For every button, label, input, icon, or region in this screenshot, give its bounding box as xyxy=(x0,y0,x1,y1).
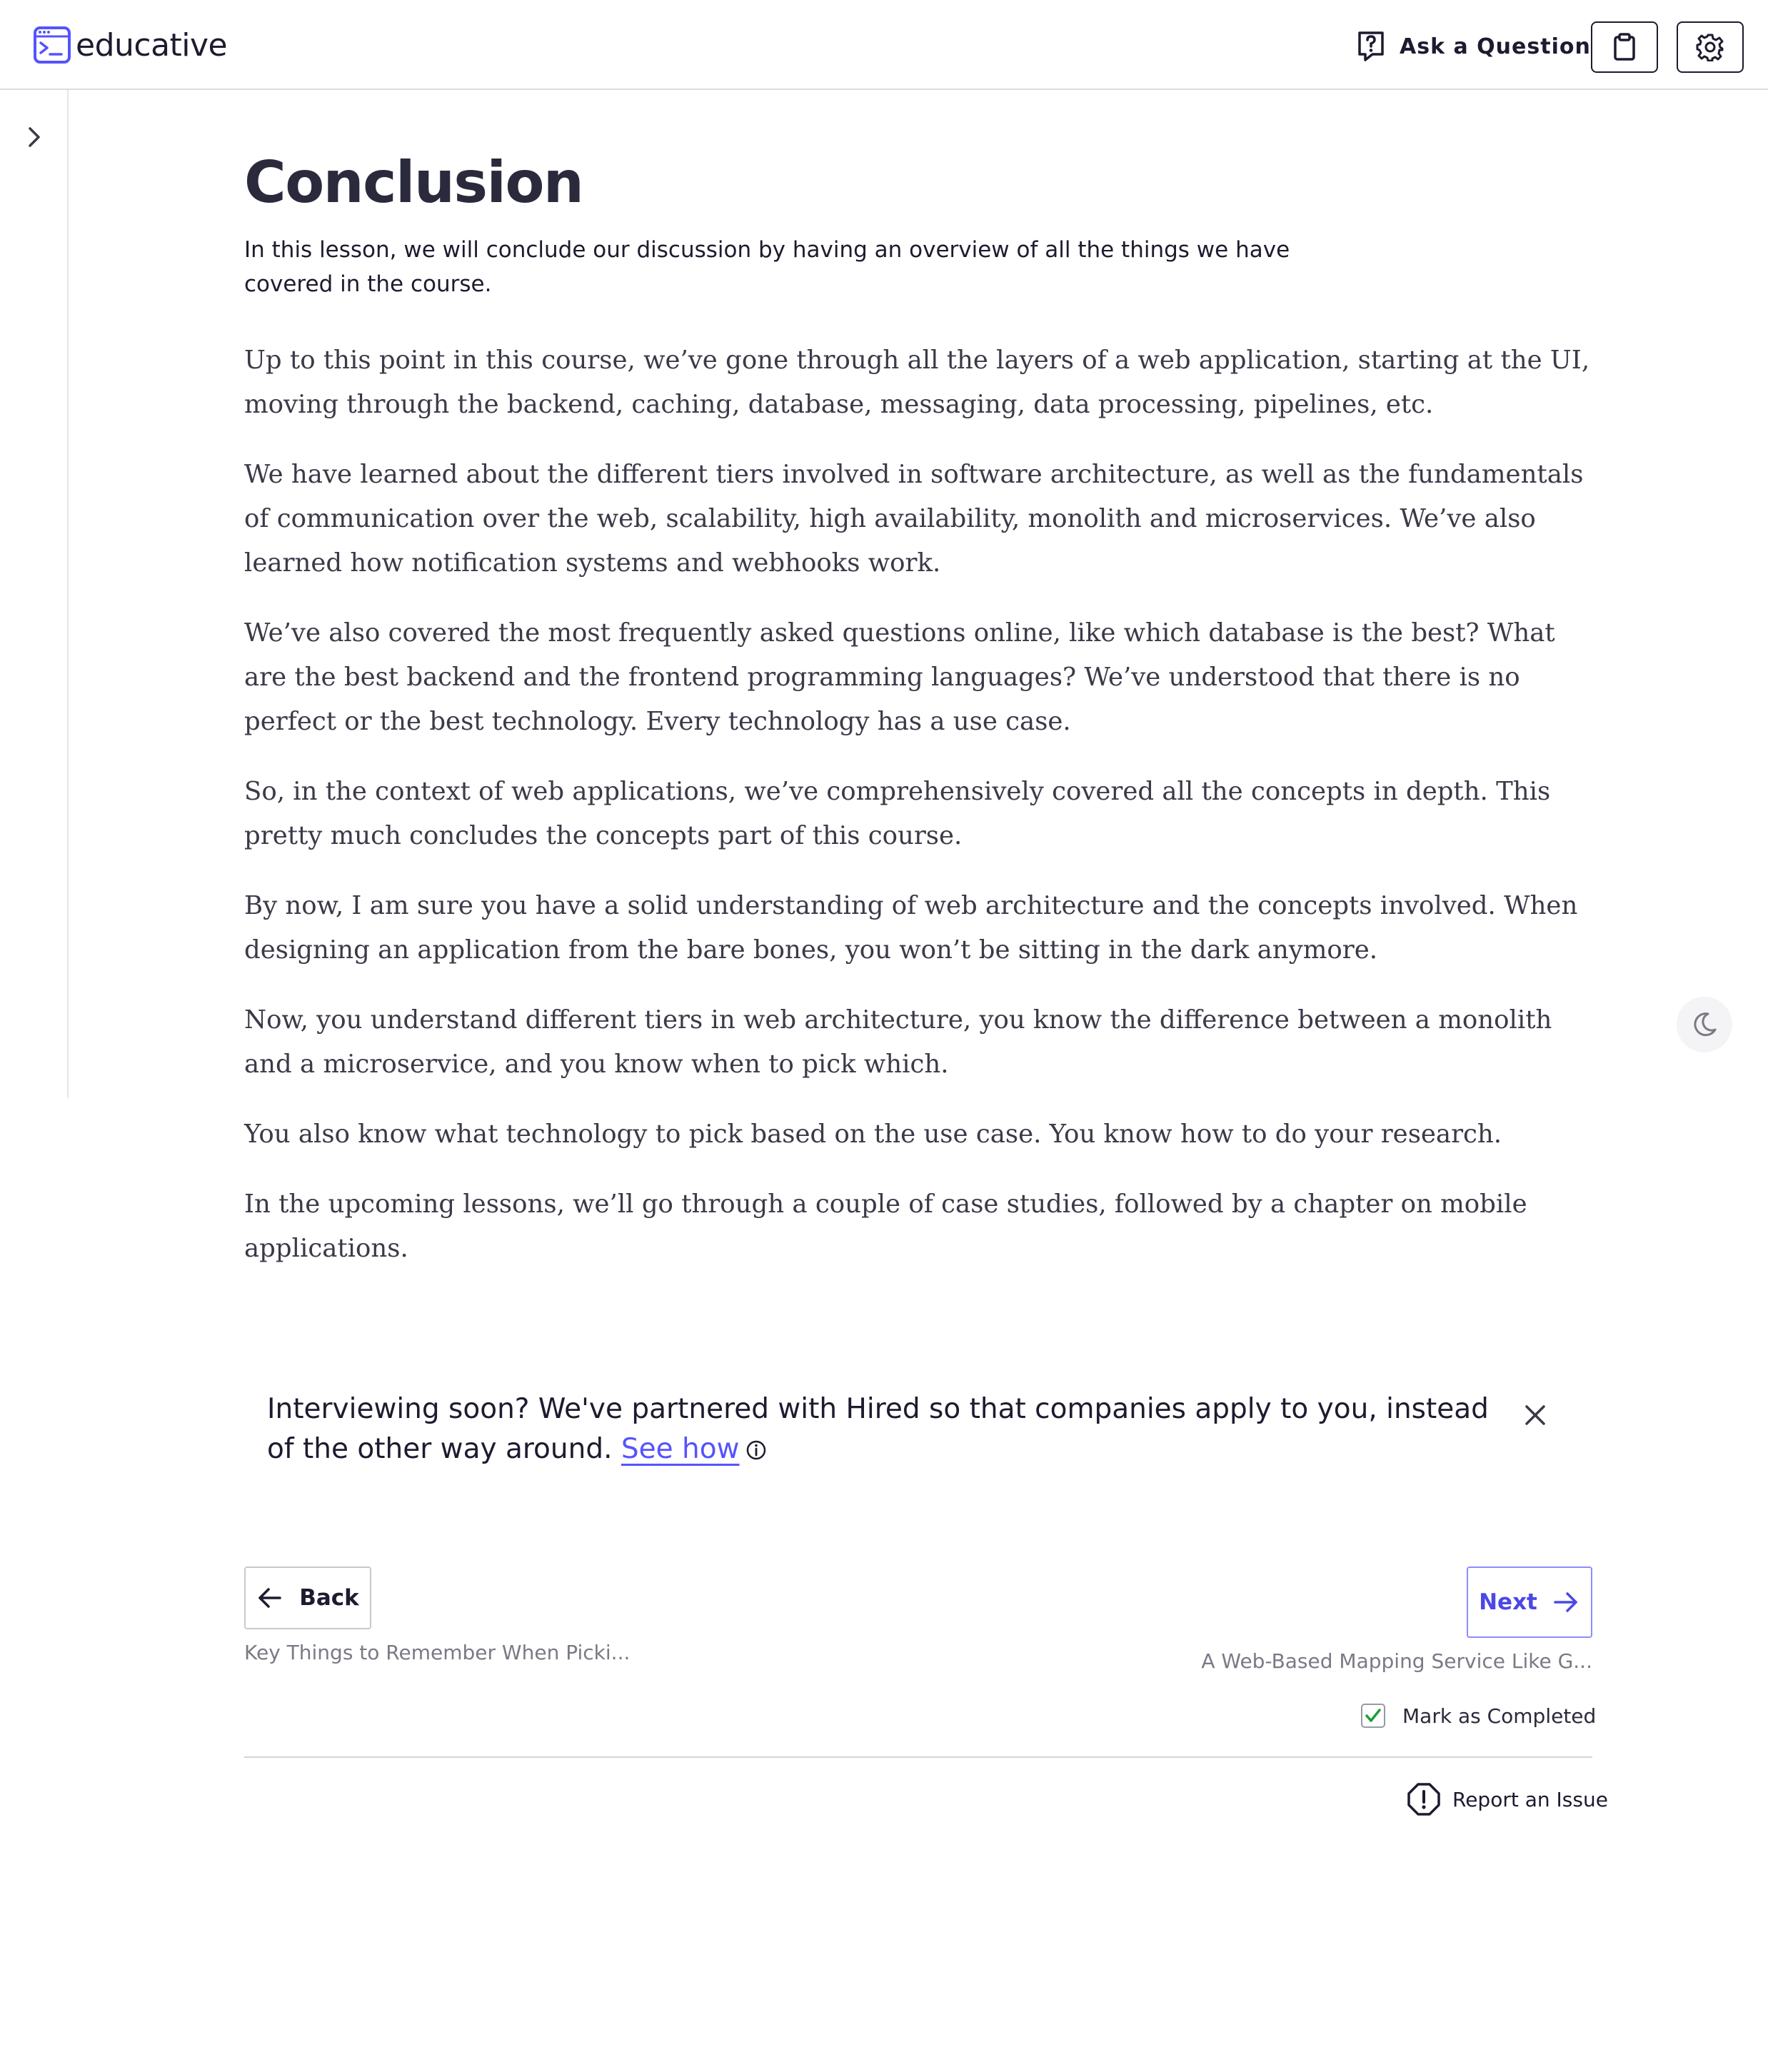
footer-divider xyxy=(244,1756,1592,1758)
next-button[interactable]: Next xyxy=(1467,1566,1592,1638)
mark-completed-label: Mark as Completed xyxy=(1402,1704,1597,1728)
arrow-right-icon xyxy=(1554,1592,1577,1612)
report-issue-label: Report an Issue xyxy=(1452,1787,1608,1811)
notes-button[interactable] xyxy=(1591,21,1658,73)
educative-logo[interactable]: educative xyxy=(33,26,228,64)
lesson-paragraph: Now, you understand different tiers in w… xyxy=(244,1005,1552,1079)
brand-name: educative xyxy=(76,26,228,64)
info-icon[interactable] xyxy=(745,1439,767,1461)
sidebar-divider xyxy=(67,90,69,1098)
promo-text: Interviewing soon? We've partnered with … xyxy=(267,1393,1489,1465)
educative-logo-icon xyxy=(34,26,71,64)
top-bar: educative Ask a Question xyxy=(0,0,1768,90)
page-title: Conclusion xyxy=(244,149,584,216)
back-button[interactable]: Back xyxy=(244,1566,371,1629)
see-how-link[interactable]: See how xyxy=(621,1433,740,1465)
lesson-paragraph: We’ve also covered the most frequently a… xyxy=(244,618,1555,736)
question-icon xyxy=(1358,31,1384,61)
close-icon[interactable] xyxy=(1521,1401,1549,1429)
report-issue-button[interactable]: Report an Issue xyxy=(1407,1782,1608,1816)
gear-icon xyxy=(1696,34,1724,61)
lesson-paragraph: Up to this point in this course, we’ve g… xyxy=(244,346,1590,419)
lesson-summary: In this lesson, we will conclude our dis… xyxy=(244,237,1290,297)
lesson-paragraph: By now, I am sure you have a solid under… xyxy=(244,891,1578,965)
ask-question-label: Ask a Question xyxy=(1400,34,1591,59)
lesson-paragraph: You also know what technology to pick ba… xyxy=(244,1120,1502,1149)
lesson-paragraph: In the upcoming lessons, we’ll go throug… xyxy=(244,1190,1527,1263)
lesson-body: Up to this point in this course, we’ve g… xyxy=(244,338,1601,1297)
ask-question-button[interactable]: Ask a Question xyxy=(1355,30,1591,63)
clipboard-icon xyxy=(1614,33,1635,61)
alert-icon xyxy=(1407,1783,1440,1816)
arrow-left-icon xyxy=(258,1588,281,1608)
dark-mode-toggle[interactable] xyxy=(1677,997,1732,1052)
mark-completed-toggle[interactable]: Mark as Completed xyxy=(1361,1704,1596,1728)
next-button-label: Next xyxy=(1479,1589,1537,1615)
chevron-right-icon[interactable] xyxy=(21,123,47,151)
lesson-paragraph: We have learned about the different tier… xyxy=(244,460,1584,578)
lesson-paragraph: So, in the context of web applications, … xyxy=(244,777,1551,850)
mark-completed-checkbox[interactable] xyxy=(1361,1704,1385,1728)
back-button-label: Back xyxy=(299,1585,359,1611)
settings-button[interactable] xyxy=(1677,21,1744,73)
next-lesson-link[interactable]: A Web-Based Mapping Service Like G... xyxy=(1201,1649,1592,1673)
hired-promo-banner: Interviewing soon? We've partnered with … xyxy=(267,1389,1495,1469)
check-icon xyxy=(1365,1709,1381,1722)
previous-lesson-link[interactable]: Key Things to Remember When Picki... xyxy=(244,1641,630,1664)
moon-icon xyxy=(1694,1012,1717,1037)
